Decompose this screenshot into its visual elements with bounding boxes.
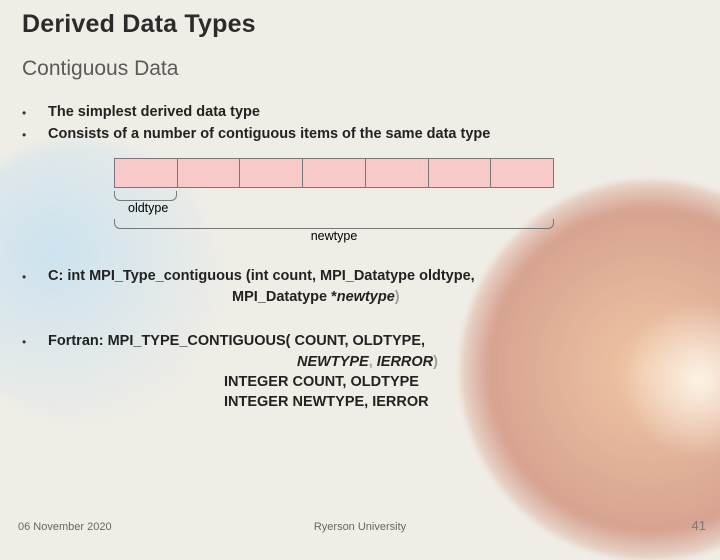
c-sig-line1: C: int MPI_Type_contiguous (int count, M… [48, 267, 475, 287]
bullet-marker: • [22, 332, 48, 352]
bullet-marker: • [22, 125, 48, 144]
diagram-cell [429, 158, 492, 188]
c-sig-close-paren: ) [395, 289, 400, 305]
bullet-item: • The simplest derived data type [22, 103, 698, 122]
fortran-decl1: INTEGER COUNT, OLDTYPE [22, 373, 698, 393]
c-signature: • C: int MPI_Type_contiguous (int count,… [22, 267, 698, 308]
label-oldtype: oldtype [128, 201, 554, 215]
diagram-cell [114, 158, 178, 188]
footer-org: Ryerson University [0, 521, 720, 533]
c-sig-newtype: newtype [337, 289, 395, 305]
brace-oldtype [114, 191, 177, 201]
slide-footer: 06 November 2020 Ryerson University 41 [0, 518, 720, 533]
fortran-signature: • Fortran: MPI_TYPE_CONTIGUOUS( COUNT, O… [22, 332, 698, 412]
c-sig-part: MPI_Datatype * [232, 289, 337, 305]
contiguous-diagram: oldtype newtype [114, 158, 554, 243]
diagram-cell [240, 158, 303, 188]
label-newtype: newtype [114, 229, 554, 243]
diagram-cell [491, 158, 554, 188]
slide-title: Derived Data Types [22, 10, 698, 39]
fortran-comma: , [369, 354, 377, 370]
diagram-cell [366, 158, 429, 188]
slide-subtitle: Contiguous Data [22, 57, 698, 81]
diagram-cell [303, 158, 366, 188]
slide-content: Derived Data Types Contiguous Data • The… [0, 0, 720, 412]
bullet-text: Consists of a number of contiguous items… [48, 125, 490, 144]
c-sig-line2: MPI_Datatype *newtype) [22, 288, 698, 308]
fortran-decl2: INTEGER NEWTYPE, IERROR [22, 393, 698, 413]
bullet-item: • Consists of a number of contiguous ite… [22, 125, 698, 144]
fortran-ierror: IERROR [377, 354, 433, 370]
fortran-close-paren: ) [433, 354, 438, 370]
diagram-cell [178, 158, 241, 188]
bullet-text: The simplest derived data type [48, 103, 260, 122]
fortran-sig-line2: NEWTYPE, IERROR) [22, 353, 698, 373]
fortran-sig-line1: Fortran: MPI_TYPE_CONTIGUOUS( COUNT, OLD… [48, 332, 425, 352]
fortran-newtype: NEWTYPE [297, 354, 369, 370]
bullet-marker: • [22, 103, 48, 122]
brace-newtype [114, 219, 554, 229]
diagram-cells [114, 158, 554, 188]
bullet-marker: • [22, 267, 48, 287]
